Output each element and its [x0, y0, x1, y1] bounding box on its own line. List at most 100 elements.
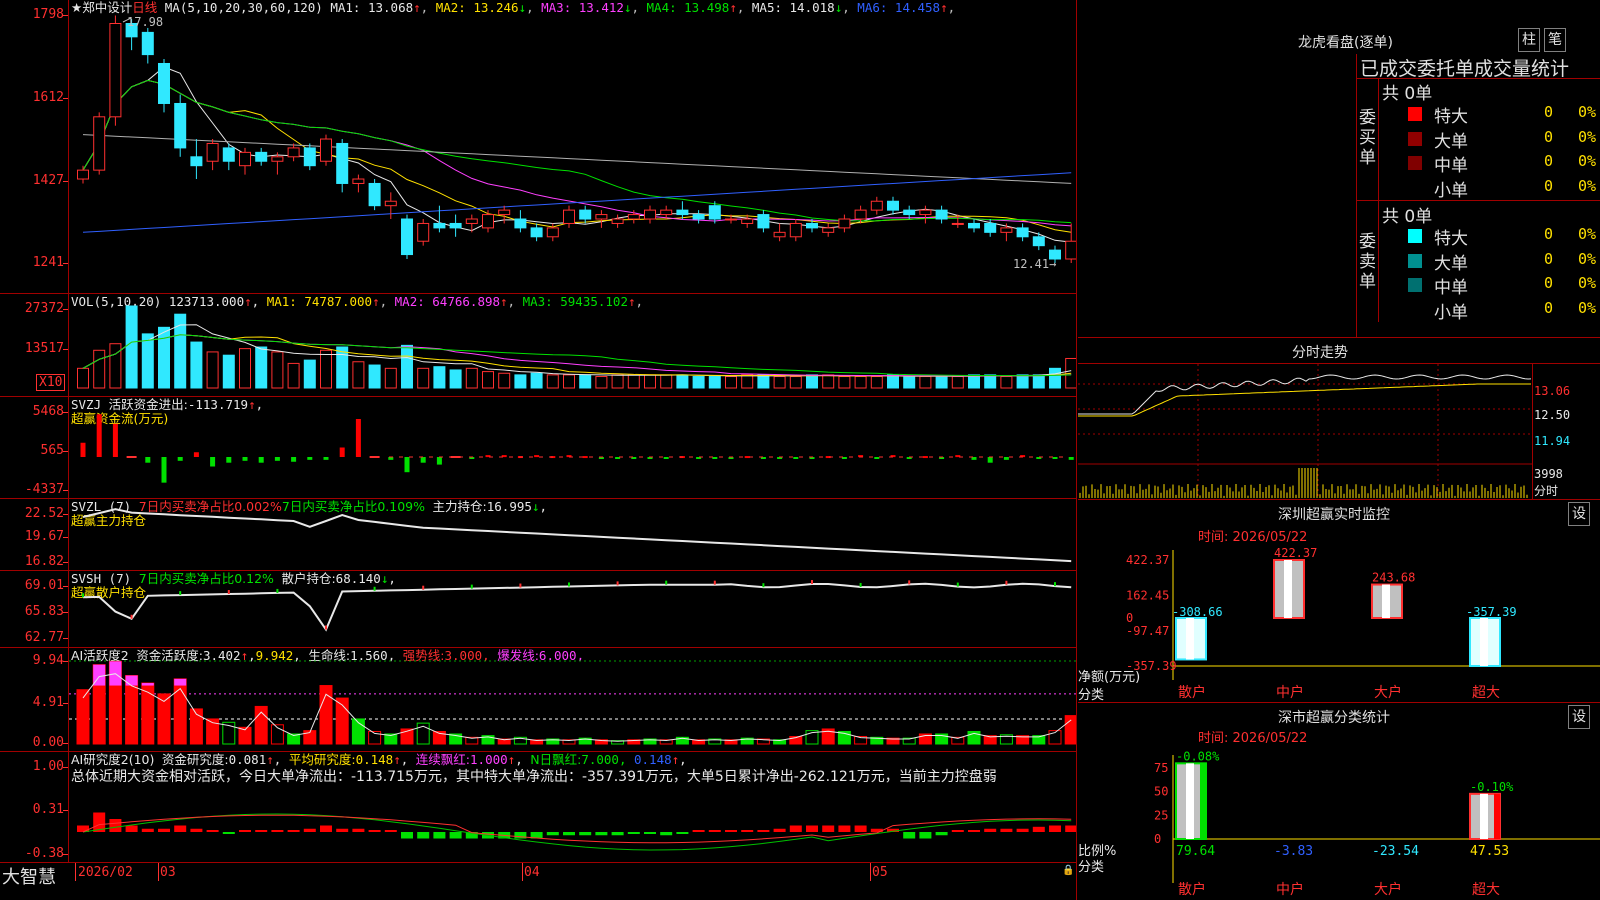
svzl-panel[interactable]: 22.52 19.67 16.82 SVZL (7) 7日内买卖净占比0.002…: [0, 499, 1076, 571]
row-label: 大单: [1434, 131, 1468, 152]
color-swatch: [1408, 253, 1422, 268]
sell-row-4: 小单 0 0%: [1408, 298, 1598, 323]
x-label: 03: [160, 865, 176, 880]
stats-panel[interactable]: 深市超赢分类统计 设 时间: 2026/05/22 比例% 分类 75 50 25 0…: [1078, 703, 1600, 900]
candle: [158, 62, 170, 104]
research-bar: [951, 830, 964, 832]
monitor-panel[interactable]: 深圳超赢实时监控 设 时间: 2026/05/22 净额(万元) 分类 422.…: [1078, 500, 1600, 703]
category-label: 超大: [1472, 685, 1500, 701]
candle: [1016, 227, 1029, 238]
svzj-panel[interactable]: 5468 565 -4337 SVZJ 活跃资金进出:-113.719↑, 超赢…: [0, 397, 1076, 499]
holding-tick: [568, 582, 570, 587]
candle: [870, 200, 883, 211]
volume-chart[interactable]: [69, 294, 1076, 396]
candle: [271, 156, 284, 162]
research-bar: [611, 832, 624, 836]
volume-bar: [773, 376, 786, 389]
tick-mode-button[interactable]: 笔: [1544, 28, 1566, 52]
stats-title: 深市超赢分类统计: [1278, 710, 1390, 726]
research-bar: [255, 830, 268, 832]
flow-bar: [80, 442, 86, 457]
intraday-panel[interactable]: 分时走势 13.06 12.50 11.94 3998 分时: [1078, 338, 1600, 500]
volume-bar: [352, 361, 365, 389]
chart-area[interactable]: 1798 1612 1427 1241 ★郑中设计日线 MA(5,10,20,3…: [0, 0, 1077, 900]
svsh-chart[interactable]: [69, 571, 1076, 647]
research-bar: [741, 830, 754, 832]
bar-shine: [1284, 560, 1292, 618]
lock-icon[interactable]: 🔒: [1062, 865, 1074, 876]
x-label: 2026/02: [78, 865, 133, 880]
row-pct: 0%: [1578, 176, 1597, 195]
ai-activity-panel[interactable]: 9.94 4.91 0.00 AI活跃度2 资金活跃度:3.402↑,9.942…: [0, 648, 1076, 752]
candle: [417, 222, 430, 242]
buy-row-2: 大单 0 0%: [1408, 127, 1598, 152]
ai-research-panel[interactable]: 1.00 0.31 -0.38 AI研究度2(10) 资金研究度:0.081↑,…: [0, 752, 1076, 863]
candle: [838, 218, 851, 229]
candle: [919, 209, 932, 216]
holding-tick: [1005, 580, 1008, 585]
research-bar: [352, 828, 365, 832]
flow-bar: [420, 457, 426, 463]
volume-bar: [465, 367, 478, 389]
row-count: 0: [1544, 176, 1554, 195]
holding-tick: [665, 580, 668, 585]
research-bar: [838, 825, 851, 832]
holding-tick: [373, 586, 376, 591]
intraday-chart[interactable]: [1078, 364, 1532, 499]
vol-tick: 27372: [24, 301, 69, 316]
ai-research-chart[interactable]: [69, 752, 1076, 862]
volume-bar: [449, 369, 462, 389]
research-bar: [320, 825, 332, 832]
volume-bar: [854, 376, 867, 389]
monitor-settings-button[interactable]: 设: [1568, 502, 1590, 526]
volume-bar: [546, 374, 559, 389]
flow-bar: [96, 414, 102, 457]
volume-bar: [903, 376, 916, 389]
svzj-chart[interactable]: [69, 397, 1076, 498]
candle: [368, 182, 381, 207]
monitor-title: 深圳超赢实时监控: [1278, 507, 1390, 523]
flow-bar: [712, 457, 718, 459]
stats-chart[interactable]: 75 50 25 0 -0.08% 79.64 散户 -3.83 中户 -23.54 大户 -0.10…: [1078, 743, 1600, 900]
candle: [546, 227, 559, 238]
bar-top-label: -0.10%: [1470, 780, 1514, 794]
candle: [984, 222, 997, 233]
candle: [498, 209, 511, 216]
volume-bar: [741, 374, 754, 389]
x-label: 04: [524, 865, 540, 880]
candle: [887, 200, 899, 211]
volume-bar: [320, 349, 332, 389]
candle: [627, 214, 640, 220]
candle: [320, 138, 332, 162]
flow-bar: [258, 457, 264, 463]
bar-value: 422.37: [1274, 546, 1317, 560]
price-panel[interactable]: 1798 1612 1427 1241 ★郑中设计日线 MA(5,10,20,3…: [0, 0, 1076, 294]
flow-bar: [177, 457, 183, 461]
ai-activity-chart[interactable]: [69, 648, 1076, 751]
flow-bar: [1068, 457, 1074, 460]
row-count: 0: [1544, 274, 1554, 292]
candlestick-chart[interactable]: 17.98 12.41→: [69, 0, 1076, 293]
flow-bar: [534, 455, 540, 458]
candle: [1065, 240, 1076, 260]
volume-panel[interactable]: 27372 13517 X10 VOL(5,10,20) 123713.000↑…: [0, 294, 1076, 397]
y-tick: 422.37: [1126, 553, 1169, 567]
bar-mode-button[interactable]: 柱: [1518, 28, 1540, 52]
svzj-tick: 5468: [32, 404, 69, 419]
svzl-chart[interactable]: [69, 499, 1076, 570]
svsh-panel[interactable]: 69.01 65.83 62.77 SVSH (7) 7日内买卖净占比0.12%…: [0, 571, 1076, 648]
research-bar: [303, 828, 316, 832]
category-label: 中户: [1276, 684, 1304, 701]
monitor-chart[interactable]: 422.37 162.45 0-97.47 -357.39 -308.66 散户 422.3…: [1078, 540, 1600, 702]
color-swatch: [1408, 180, 1422, 195]
buy-row-1: 特大 0 0%: [1408, 102, 1598, 127]
y-tick: 50: [1154, 785, 1168, 799]
research-bar: [563, 832, 575, 836]
candle: [806, 222, 818, 229]
research-bar: [222, 832, 235, 834]
candle: [336, 142, 349, 184]
holding-tick: [325, 625, 327, 630]
row-pct: 0%: [1578, 249, 1597, 268]
stats-settings-button[interactable]: 设: [1568, 705, 1590, 729]
svsh-y-axis: 69.01 65.83 62.77: [0, 571, 69, 647]
